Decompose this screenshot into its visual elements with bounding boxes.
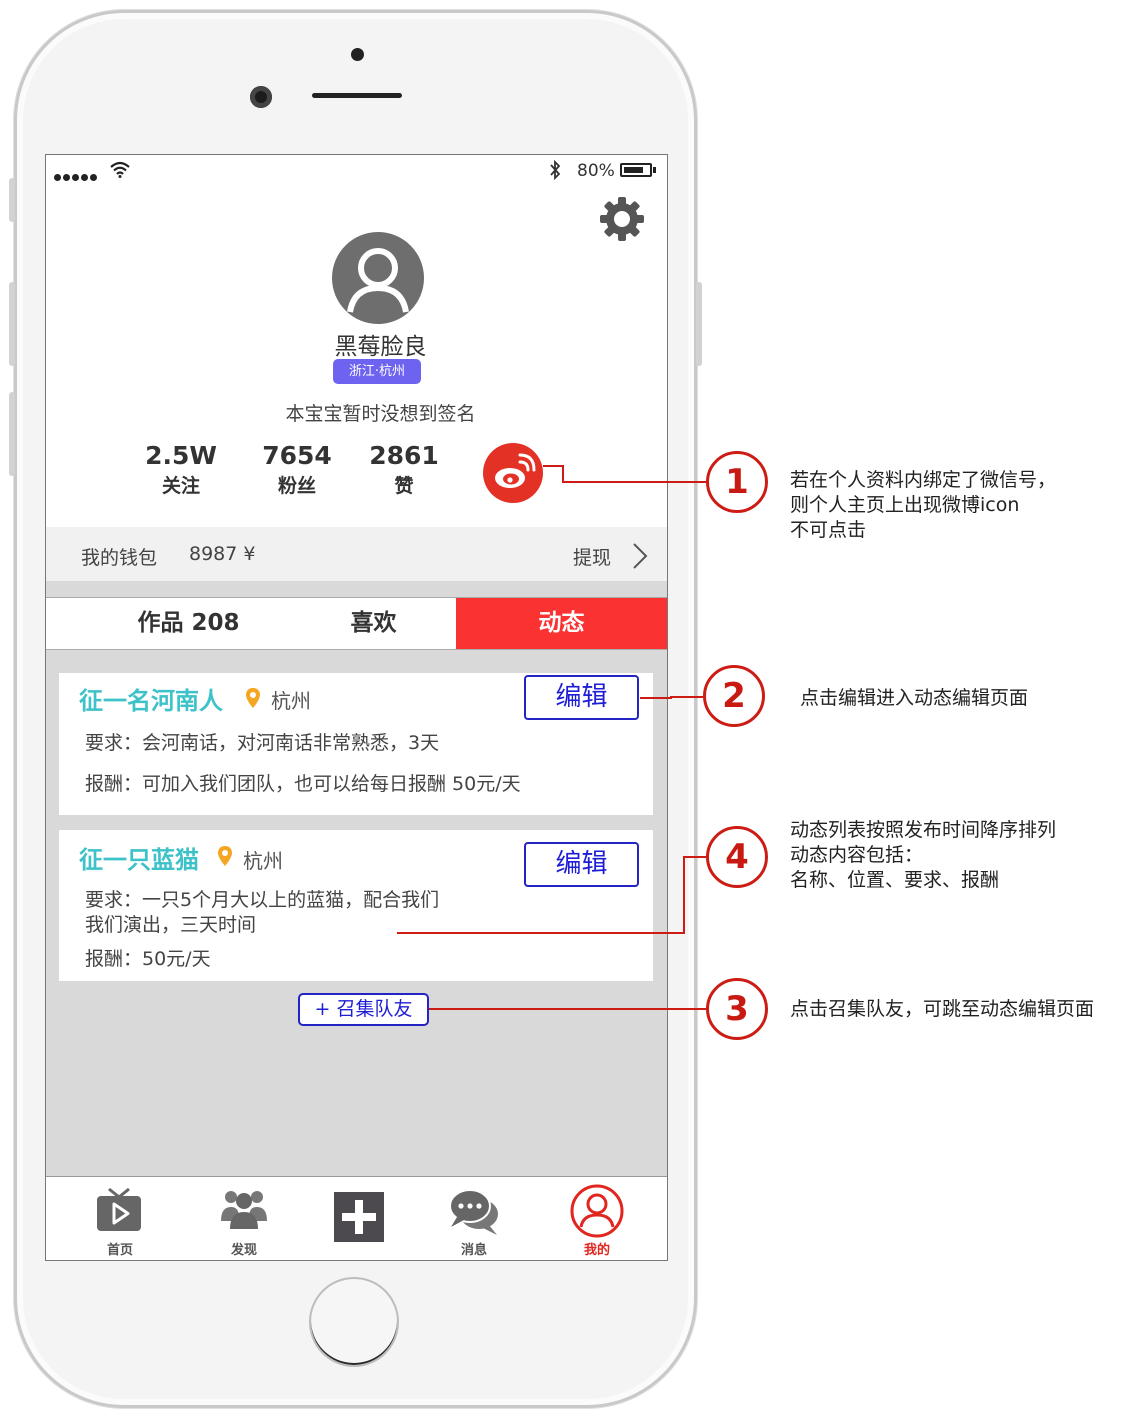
annotation-text-4: 动态列表按照发布时间降序排列 动态内容包括： 名称、位置、要求、报酬 [790,819,1057,891]
annotation-marker-1: 1 [706,451,768,513]
annotation-marker-2: 2 [703,665,765,727]
annotation-marker-4: 4 [706,826,768,888]
annotation-marker-3: 3 [706,978,768,1040]
annotation-text-3: 点击召集队友，可跳至动态编辑页面 [790,998,1095,1020]
annotation-text-1: 若在个人资料内绑定了微信号， 则个人主页上出现微博icon 不可点击 [790,469,1057,541]
annotation-text-2: 点击编辑进入动态编辑页面 [800,687,1029,709]
